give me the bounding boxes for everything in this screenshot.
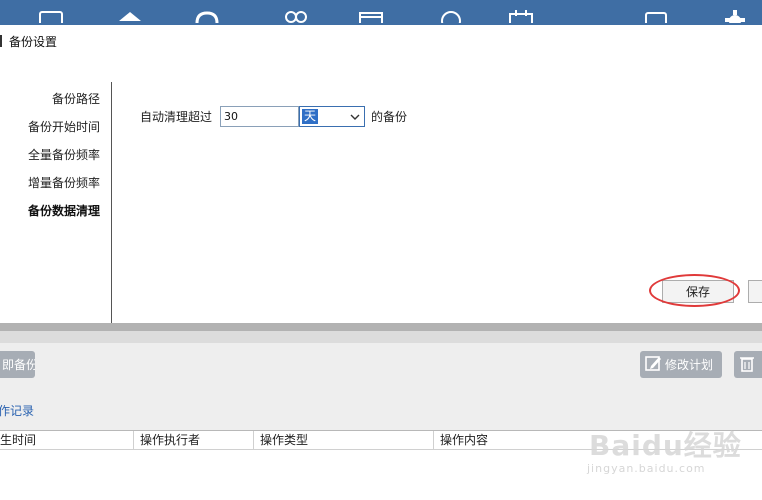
- nav-item-full-backup-frequency[interactable]: 全量备份频率: [28, 141, 100, 169]
- calendar-icon[interactable]: [508, 9, 534, 23]
- nav-item-backup-path[interactable]: 备份路径: [28, 85, 100, 113]
- users-icon[interactable]: [283, 9, 309, 23]
- cloud-icon[interactable]: [194, 9, 220, 23]
- cleanup-suffix: 的备份: [371, 109, 408, 124]
- trash-icon: [738, 354, 756, 375]
- cleanup-unit-select[interactable]: 天: [299, 105, 366, 127]
- section-divider: [0, 323, 762, 331]
- settings-nav: 备份路径 备份开始时间 全量备份频率 增量备份频率 备份数据清理: [28, 85, 100, 225]
- nav-divider: [111, 82, 112, 325]
- clock-icon[interactable]: [438, 9, 464, 23]
- backup-now-button[interactable]: 即备份: [0, 351, 35, 378]
- edit-plan-button[interactable]: 修改计划: [640, 351, 722, 378]
- records-table-header: 生时间 操作执行者 操作类型 操作内容: [0, 430, 762, 450]
- section-divider-light: [0, 331, 762, 343]
- display-icon[interactable]: [643, 9, 669, 23]
- delete-button[interactable]: [734, 351, 762, 378]
- backup-settings-dialog: 备份设置 备份路径 备份开始时间 全量备份频率 增量备份频率 备份数据清理 自动…: [0, 25, 762, 325]
- title-accent-bar: [0, 35, 2, 47]
- screen-icon[interactable]: [358, 9, 384, 23]
- dialog-title-text: 备份设置: [9, 34, 58, 49]
- operation-records-link[interactable]: 作记录: [0, 402, 34, 419]
- cancel-button[interactable]: [748, 280, 762, 303]
- edit-plan-label: 修改计划: [665, 358, 714, 372]
- home-icon[interactable]: [117, 9, 143, 23]
- save-button[interactable]: 保存: [662, 280, 734, 303]
- column-header-time[interactable]: 生时间: [0, 431, 134, 450]
- nav-item-incremental-backup-frequency[interactable]: 增量备份频率: [28, 169, 100, 197]
- edit-icon: [644, 354, 665, 375]
- cleanup-row: 自动清理超过 天 的备份: [140, 105, 407, 127]
- nav-item-backup-start-time[interactable]: 备份开始时间: [28, 113, 100, 141]
- column-header-operation-content[interactable]: 操作内容: [434, 431, 762, 450]
- column-header-operation-type[interactable]: 操作类型: [254, 431, 434, 450]
- monitor-icon[interactable]: [38, 9, 64, 23]
- column-header-operator[interactable]: 操作执行者: [134, 431, 254, 450]
- records-table-body: [0, 450, 762, 500]
- cleanup-unit-value: 天: [302, 108, 319, 124]
- nav-item-backup-data-cleanup[interactable]: 备份数据清理: [28, 197, 100, 225]
- gear-icon[interactable]: [722, 9, 748, 23]
- cleanup-days-input[interactable]: [220, 105, 300, 127]
- dialog-title: 备份设置: [0, 33, 57, 49]
- backup-panel: 即备份 修改计划 作记录 生时间 操作执行者 操作类型 操作内容: [0, 343, 762, 500]
- cleanup-label: 自动清理超过: [140, 109, 213, 124]
- chevron-down-icon: [350, 111, 360, 125]
- top-toolbar: [0, 0, 762, 25]
